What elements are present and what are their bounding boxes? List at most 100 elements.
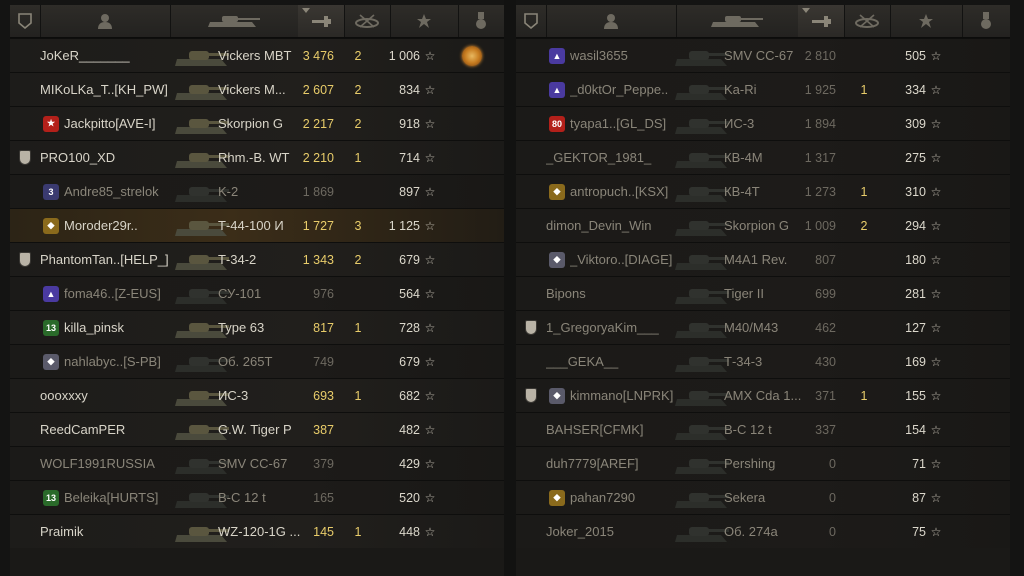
- player-row[interactable]: ___GEKA__ Т-34-3 430 169 ☆: [516, 344, 1010, 378]
- player-badge: 13: [40, 311, 62, 344]
- player-row[interactable]: ◆ _Viktoro..[DIAGE] M4A1 Rev. 807 180 ☆: [516, 242, 1010, 276]
- tank-name: В-С 12 t: [218, 490, 266, 505]
- player-row[interactable]: PRO100_XD Rhm.-B. WT 2 210 1 714 ☆: [10, 140, 504, 174]
- xp-value: 310: [905, 184, 926, 199]
- damage-value: 1 343: [302, 252, 334, 267]
- damage-column-header[interactable]: [798, 5, 845, 37]
- tank-icon: [711, 16, 763, 27]
- player-name: ___GEKA__: [546, 354, 619, 369]
- xp-value: 75: [912, 524, 926, 539]
- right-table-header: [516, 5, 1010, 38]
- player-row[interactable]: ★ Jackpitto[AVE-I] Skorpion G2 217 2 918 ☆: [10, 106, 504, 140]
- player-row[interactable]: PhantomTan..[HELP_] Т-34-2 1 343 2 679 ☆: [10, 242, 504, 276]
- player-name: MIKoLKa_T..[KH_PW]: [40, 82, 168, 97]
- player-row[interactable]: 1_GregoryaKim___ M40/M43 462 127 ☆: [516, 310, 1010, 344]
- star-icon: [919, 14, 933, 28]
- damage-value: 2 810: [804, 48, 836, 63]
- player-name: Moroder29r..: [64, 218, 138, 233]
- player-name: antropuch..[KSX]: [570, 184, 669, 199]
- damage-value: 462: [815, 320, 836, 335]
- kills-column-header[interactable]: [844, 5, 891, 37]
- damage-value: 371: [815, 388, 836, 403]
- medal-column-header[interactable]: [458, 5, 504, 37]
- medal-column-header[interactable]: [962, 5, 1010, 37]
- player-row[interactable]: dimon_Devin_Win Skorpion G1 009 2 294 ☆: [516, 208, 1010, 242]
- xp-column-header[interactable]: [390, 5, 459, 37]
- damage-column-header[interactable]: [298, 5, 345, 37]
- tank-column-header[interactable]: [676, 5, 799, 37]
- player-name: foma46..[Z-EUS]: [64, 286, 161, 301]
- xp-value: 679: [399, 354, 420, 369]
- xp-value: 682: [399, 388, 420, 403]
- platoon-column-header[interactable]: [10, 5, 41, 37]
- tank-silhouette-icon: [672, 345, 732, 378]
- tank-name: WZ-120-1G ...: [218, 524, 301, 539]
- player-column-header[interactable]: [40, 5, 171, 37]
- tank-name: Т-34-2: [218, 252, 257, 267]
- kills-column-header[interactable]: [344, 5, 391, 37]
- player-badge: 3: [40, 175, 62, 208]
- player-row[interactable]: Joker_2015 Об. 274а 0 75 ☆: [516, 514, 1010, 548]
- xp-star-icon: ☆: [424, 456, 436, 471]
- xp-star-icon: ☆: [930, 286, 942, 301]
- player-row[interactable]: ◆ Moroder29r.. Т-44-100 И1 727 3 1 125 ☆: [10, 208, 504, 242]
- damage-value: 807: [815, 252, 836, 267]
- xp-value: 679: [399, 252, 420, 267]
- tank-silhouette-icon: [672, 481, 732, 514]
- player-badge: ▲: [40, 277, 62, 310]
- player-badge: ◆: [40, 345, 62, 378]
- player-row[interactable]: JoKeR_______ Vickers MBT 3 476 2 1 006 ☆: [10, 38, 504, 72]
- sort-desc-icon: [302, 8, 310, 13]
- player-row[interactable]: ▲ foma46..[Z-EUS] СУ-101 976 564 ☆: [10, 276, 504, 310]
- platoon-marker: [522, 311, 540, 344]
- medal-award: [460, 39, 484, 72]
- player-badge: ★: [40, 107, 62, 140]
- xp-value: 520: [399, 490, 420, 505]
- xp-star-icon: ☆: [930, 150, 942, 165]
- damage-value: 0: [829, 456, 836, 471]
- player-name: BAHSER[CFMK]: [546, 422, 644, 437]
- xp-star-icon: ☆: [930, 48, 942, 63]
- player-name: kimmano[LNPRK]: [570, 388, 674, 403]
- rank-13-badge-icon: 13: [43, 489, 59, 506]
- player-row[interactable]: BAHSER[CFMK] В-С 12 t 337 154 ☆: [516, 412, 1010, 446]
- player-row[interactable]: duh7779[AREF] Pershing 0 71 ☆: [516, 446, 1010, 480]
- player-row[interactable]: 80 tyapa1..[GL_DS] ИС-3 1 894 309 ☆: [516, 106, 1010, 140]
- rank-3-badge-icon: 3: [43, 183, 59, 200]
- player-row[interactable]: ▲ _d0ktOr_Peppe.. Ka-Ri 1 925 1 334 ☆: [516, 72, 1010, 106]
- player-row[interactable]: WOLF1991RUSSIA SMV CC-67 379 429 ☆: [10, 446, 504, 480]
- player-row[interactable]: ▲ wasil3655 SMV CC-67 2 810 505 ☆: [516, 38, 1010, 72]
- xp-value: 834: [399, 82, 420, 97]
- player-row[interactable]: oooxxxy ИС-3 693 1 682 ☆: [10, 378, 504, 412]
- damage-icon: [812, 16, 831, 27]
- damage-value: 693: [313, 388, 334, 403]
- tank-column-header[interactable]: [170, 5, 299, 37]
- player-badge: ◆: [546, 243, 568, 276]
- player-row[interactable]: 13 killa_pinsk Type 63 817 1 728 ☆: [10, 310, 504, 344]
- player-icon: [604, 14, 618, 29]
- xp-star-icon: ☆: [930, 116, 942, 131]
- tank-name: G.W. Tiger P: [218, 422, 292, 437]
- damage-value: 1 925: [804, 82, 836, 97]
- player-row[interactable]: ReedCamPER G.W. Tiger P 387 482 ☆: [10, 412, 504, 446]
- player-row[interactable]: ◆ kimmano[LNPRK] AMX Cda 1... 371 1 155 ☆: [516, 378, 1010, 412]
- tank-name: Skorpion G: [218, 116, 284, 131]
- xp-star-icon: ☆: [424, 490, 436, 505]
- damage-value: 817: [313, 320, 334, 335]
- player-row[interactable]: 3 Andre85_strelok K-2 1 869 897 ☆: [10, 174, 504, 208]
- xp-value: 127: [905, 320, 926, 335]
- player-row[interactable]: ◆ nahlabyc..[S-PB] Об. 265Т 749 679 ☆: [10, 344, 504, 378]
- player-row[interactable]: 13 Beleika[HURTS] В-С 12 t 165 520 ☆: [10, 480, 504, 514]
- player-row[interactable]: ◆ pahan7290 Sekera 0 87 ☆: [516, 480, 1010, 514]
- medal-icon: [476, 12, 486, 29]
- player-row[interactable]: _GEKTOR_1981_ КВ-4М 1 317 275 ☆: [516, 140, 1010, 174]
- player-row[interactable]: ◆ antropuch..[KSX] КВ-4Т 1 273 1 310 ☆: [516, 174, 1010, 208]
- xp-column-header[interactable]: [890, 5, 963, 37]
- player-row[interactable]: Praimik WZ-120-1G ... 145 1 448 ☆: [10, 514, 504, 548]
- platoon-column-header[interactable]: [516, 5, 547, 37]
- player-column-header[interactable]: [546, 5, 677, 37]
- damage-value: 2 607: [302, 82, 334, 97]
- player-name: ReedCamPER: [40, 422, 126, 437]
- player-row[interactable]: MIKoLKa_T..[KH_PW] Vickers M... 2 607 2 834 ☆: [10, 72, 504, 106]
- player-row[interactable]: Bipons Tiger II 699 281 ☆: [516, 276, 1010, 310]
